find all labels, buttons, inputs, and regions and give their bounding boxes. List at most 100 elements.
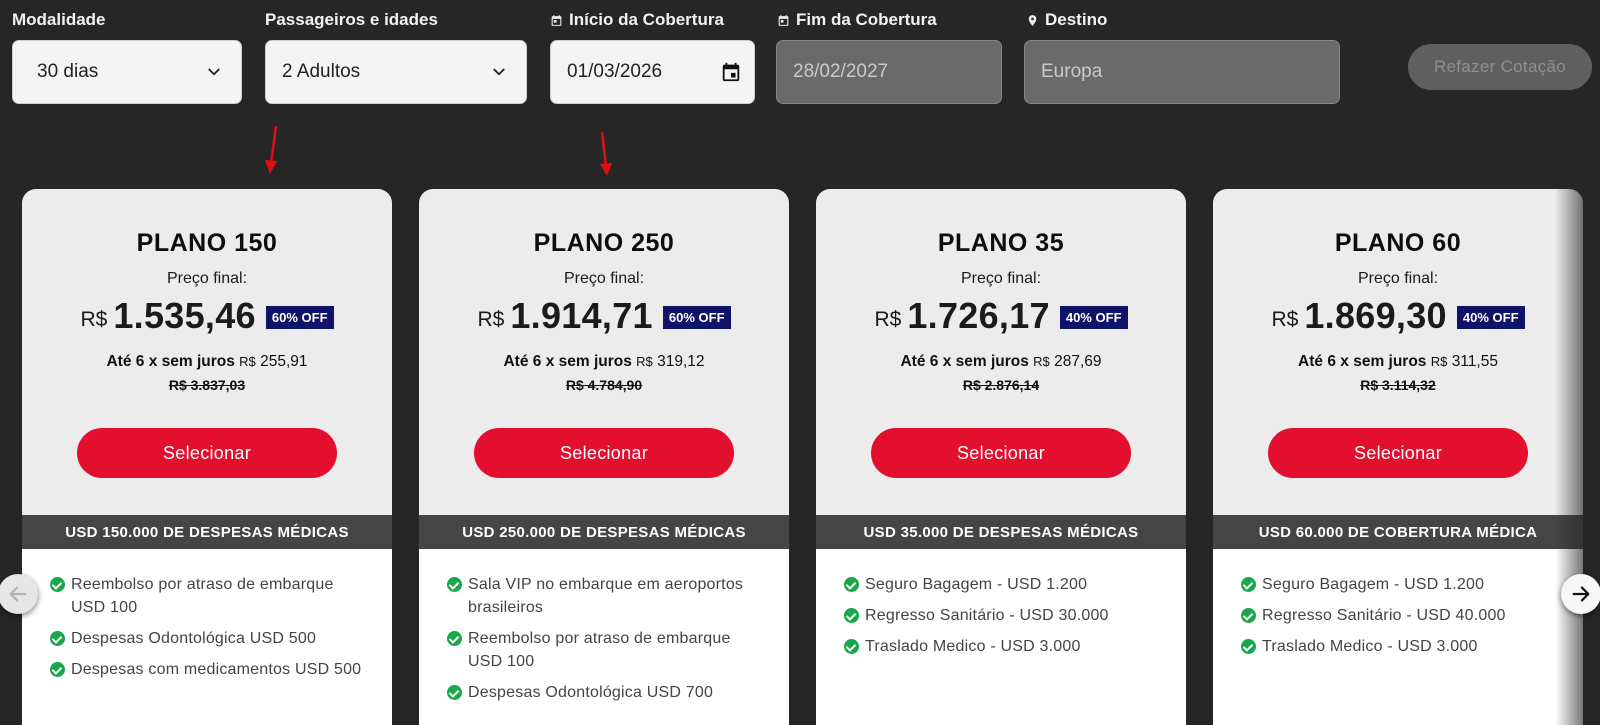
coverage-bar: USD 150.000 DE DESPESAS MÉDICAS xyxy=(22,515,392,549)
currency: R$ xyxy=(477,308,505,331)
check-circle-icon xyxy=(447,685,462,700)
discount-badge: 60% OFF xyxy=(265,305,334,329)
benefit-item: Despesas com medicamentos USD 500 xyxy=(50,658,372,681)
installments-text: Até 6 x sem juros R$ 255,91 xyxy=(106,353,308,370)
passageiros-label: Passageiros e idades xyxy=(265,10,438,29)
benefit-item: Sala VIP no embarque em aeroportos brasi… xyxy=(447,573,769,619)
fim-field: Fim da Cobertura xyxy=(777,10,937,30)
currency: R$ xyxy=(1271,308,1299,331)
plan-title: PLANO 250 xyxy=(533,229,675,257)
annotation-arrow xyxy=(600,131,612,176)
check-circle-icon xyxy=(844,608,859,623)
check-circle-icon xyxy=(447,577,462,592)
inicio-label: Início da Cobertura xyxy=(550,10,724,30)
benefit-list: Sala VIP no embarque em aeroportos brasi… xyxy=(419,549,789,725)
select-plan-button[interactable]: Selecionar xyxy=(77,428,337,478)
check-circle-icon xyxy=(1241,608,1256,623)
benefit-list: Reembolso por atraso de embarque USD 100… xyxy=(22,549,392,725)
benefit-item: Regresso Sanitário - USD 40.000 xyxy=(1241,604,1563,627)
arrow-left-icon xyxy=(9,586,27,602)
check-circle-icon xyxy=(844,639,859,654)
modalidade-value: 30 dias xyxy=(37,61,99,82)
discount-badge: 40% OFF xyxy=(1456,305,1525,329)
select-plan-button[interactable]: Selecionar xyxy=(1268,428,1528,478)
benefit-item: Traslado Medico - USD 3.000 xyxy=(844,635,1166,658)
plan-card: PLANO 150 Preço final: R$ 1.535,46 60% O… xyxy=(22,189,392,725)
inicio-value: 01/03/2026 xyxy=(567,61,663,82)
price-row: R$ 1.914,71 60% OFF xyxy=(419,295,789,337)
passageiros-field: Passageiros e idades xyxy=(265,10,438,30)
price-row: R$ 1.726,17 40% OFF xyxy=(816,295,1186,337)
select-plan-button[interactable]: Selecionar xyxy=(871,428,1131,478)
location-pin-icon xyxy=(1028,14,1037,26)
destino-input: Europa xyxy=(1024,40,1340,104)
benefit-item: Despesas Odontológica USD 700 xyxy=(447,681,769,704)
modalidade-select[interactable]: 30 dias xyxy=(12,40,242,104)
inicio-date-input[interactable]: 01/03/2026 xyxy=(550,40,755,104)
check-circle-icon xyxy=(50,631,65,646)
price-label: Preço final: xyxy=(563,270,645,287)
benefit-item: Reembolso por atraso de embarque USD 100 xyxy=(447,627,769,673)
passageiros-value: 2 Adultos xyxy=(282,61,361,82)
currency: R$ xyxy=(80,308,108,331)
installments-text: Até 6 x sem juros R$ 287,69 xyxy=(900,353,1102,370)
plan-card: PLANO 35 Preço final: R$ 1.726,17 40% OF… xyxy=(816,189,1186,725)
carousel-next-button[interactable] xyxy=(1561,574,1600,614)
discount-badge: 60% OFF xyxy=(662,305,731,329)
modalidade-label: Modalidade xyxy=(12,10,106,29)
check-circle-icon xyxy=(1241,577,1256,592)
plan-title: PLANO 35 xyxy=(937,229,1065,257)
modalidade-field: Modalidade xyxy=(12,10,106,30)
price-amount: 1.726,17 xyxy=(907,295,1050,336)
inicio-field: Início da Cobertura xyxy=(550,10,724,30)
coverage-bar: USD 250.000 DE DESPESAS MÉDICAS xyxy=(419,515,789,549)
plan-title: PLANO 60 xyxy=(1334,229,1462,257)
passageiros-select[interactable]: 2 Adultos xyxy=(265,40,527,104)
calendar-icon[interactable] xyxy=(720,61,742,83)
destino-field: Destino xyxy=(1026,10,1107,30)
fim-value: 28/02/2027 xyxy=(793,61,889,82)
price-label: Preço final: xyxy=(960,270,1042,287)
plan-card: PLANO 60 Preço final: R$ 1.869,30 40% OF… xyxy=(1213,189,1583,725)
installments-text: Até 6 x sem juros R$ 311,55 xyxy=(1298,353,1498,370)
calendar-icon xyxy=(778,14,789,26)
plan-title: PLANO 150 xyxy=(136,229,278,257)
price-amount: 1.869,30 xyxy=(1304,295,1447,336)
benefit-item: Seguro Bagagem - USD 1.200 xyxy=(844,573,1166,596)
benefit-item: Regresso Sanitário - USD 30.000 xyxy=(844,604,1166,627)
refazer-cotacao-button[interactable]: Refazer Cotação xyxy=(1408,44,1592,90)
carousel-edge-fade xyxy=(1555,189,1600,725)
plan-card: PLANO 250 Preço final: R$ 1.914,71 60% O… xyxy=(419,189,789,725)
old-price: R$ 3.114,32 xyxy=(1360,377,1436,393)
chevron-down-icon xyxy=(208,68,220,76)
destino-value: Europa xyxy=(1041,61,1103,82)
old-price: R$ 2.876,14 xyxy=(962,377,1040,393)
coverage-bar: USD 60.000 DE COBERTURA MÉDICA xyxy=(1213,515,1583,549)
check-circle-icon xyxy=(50,577,65,592)
price-amount: 1.535,46 xyxy=(113,295,256,336)
annotation-arrow xyxy=(265,125,278,174)
installments-text: Até 6 x sem juros R$ 319,12 xyxy=(503,353,705,370)
old-price: R$ 3.837,03 xyxy=(168,377,246,393)
destino-label: Destino xyxy=(1026,10,1107,30)
check-circle-icon xyxy=(844,577,859,592)
coverage-bar: USD 35.000 DE DESPESAS MÉDICAS xyxy=(816,515,1186,549)
quote-filter-bar: Modalidade 30 dias Passageiros e idades … xyxy=(0,0,1600,110)
price-label: Preço final: xyxy=(1357,270,1439,287)
fim-label: Fim da Cobertura xyxy=(777,10,937,30)
benefit-item: Reembolso por atraso de embarque USD 100 xyxy=(50,573,372,619)
price-label: Preço final: xyxy=(166,270,248,287)
price-row: R$ 1.535,46 60% OFF xyxy=(22,295,392,337)
price-row: R$ 1.869,30 40% OFF xyxy=(1213,295,1583,337)
currency: R$ xyxy=(874,308,902,331)
calendar-icon xyxy=(551,14,562,26)
benefit-item: Seguro Bagagem - USD 1.200 xyxy=(1241,573,1563,596)
benefit-item: Traslado Medico - USD 3.000 xyxy=(1241,635,1563,658)
check-circle-icon xyxy=(1241,639,1256,654)
select-plan-button[interactable]: Selecionar xyxy=(474,428,734,478)
check-circle-icon xyxy=(50,662,65,677)
old-price: R$ 4.784,90 xyxy=(565,377,643,393)
arrow-right-icon xyxy=(1572,586,1590,602)
fim-date-input: 28/02/2027 xyxy=(776,40,1002,104)
discount-badge: 40% OFF xyxy=(1059,305,1128,329)
